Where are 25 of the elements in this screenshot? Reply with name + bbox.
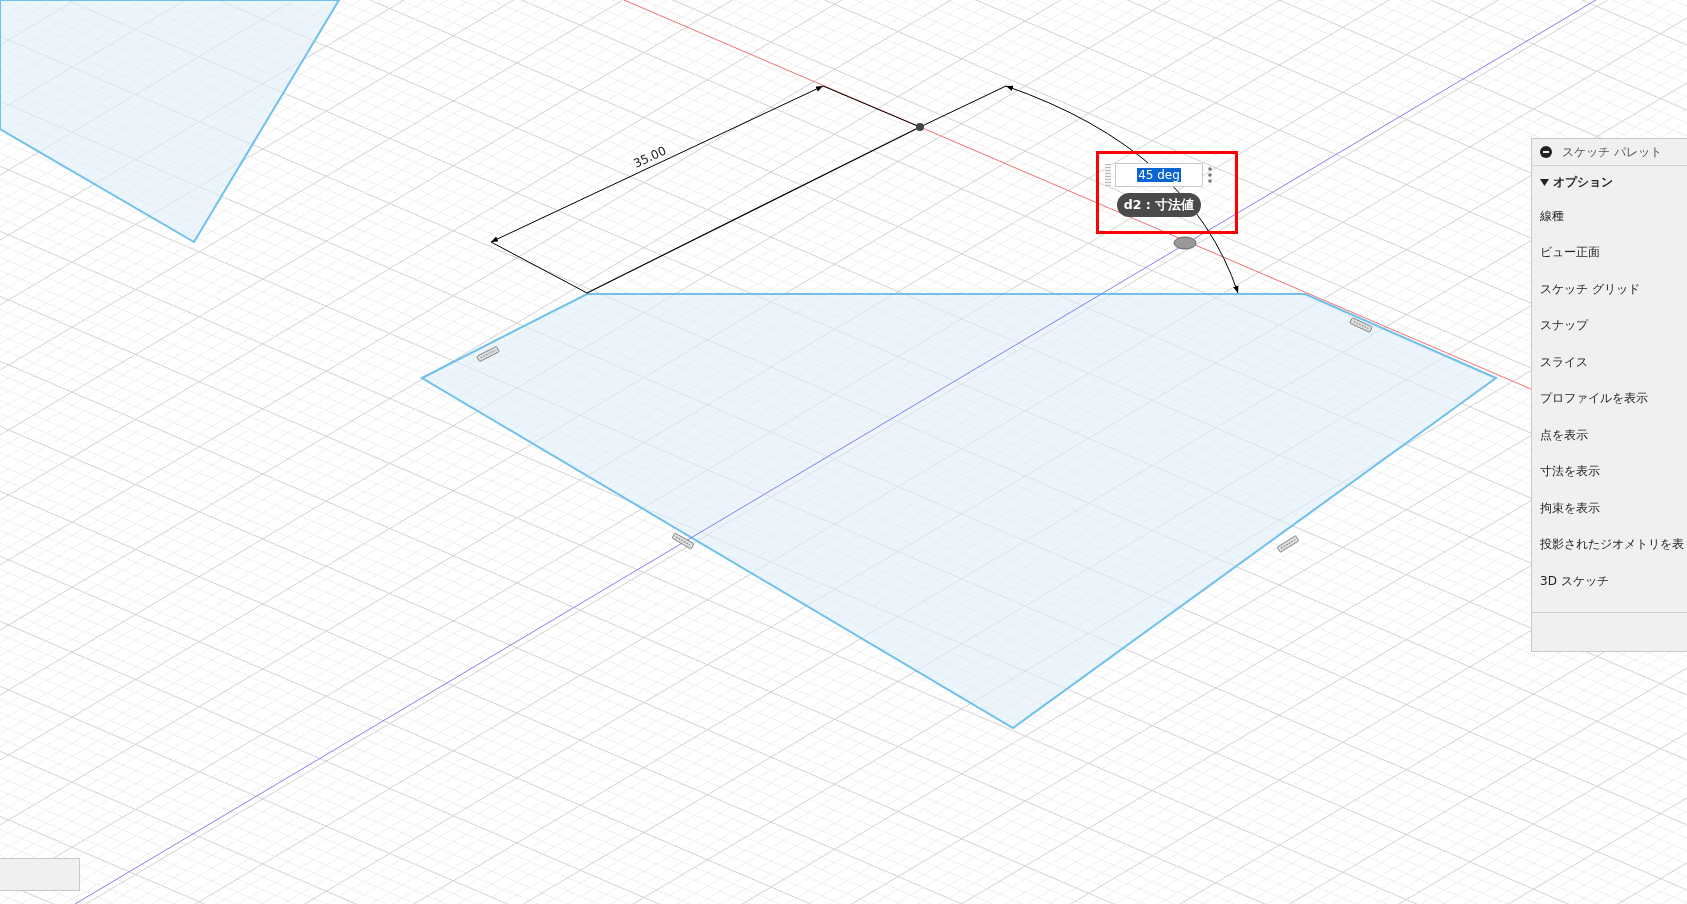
palette-option[interactable]: 寸法を表示 <box>1532 453 1687 490</box>
angle-input-field[interactable]: 45 deg <box>1115 163 1203 187</box>
constraint-icon[interactable] <box>1349 317 1373 333</box>
palette-option[interactable]: スライス <box>1532 344 1687 381</box>
palette-option[interactable]: プロファイルを表示 <box>1532 380 1687 417</box>
palette-option[interactable]: 3D スケッチ <box>1532 563 1687 600</box>
palette-option[interactable]: 拘束を表示 <box>1532 490 1687 527</box>
palette-option[interactable]: 線種 <box>1532 198 1687 235</box>
constraint-icon[interactable] <box>476 345 500 363</box>
section-header[interactable]: オプション <box>1532 166 1687 198</box>
dimension-tag: d2 : 寸法値 <box>1117 193 1201 217</box>
palette-title: スケッチ パレット <box>1562 143 1662 161</box>
palette-option[interactable]: 投影されたジオメトリを表 <box>1532 526 1687 563</box>
drag-handle[interactable] <box>1105 164 1111 186</box>
more-icon[interactable] <box>1207 166 1213 184</box>
point-icon[interactable] <box>1173 236 1197 250</box>
triangle-icon <box>1540 177 1549 187</box>
palette-option[interactable]: ビュー正面 <box>1532 234 1687 271</box>
sketch-point[interactable] <box>916 123 924 131</box>
palette-option[interactable]: スナップ <box>1532 307 1687 344</box>
palette-option[interactable]: 点を表示 <box>1532 417 1687 454</box>
palette-option[interactable]: スケッチ グリッド <box>1532 271 1687 308</box>
constraint-icon[interactable] <box>671 532 695 550</box>
collapse-icon[interactable] <box>1540 146 1552 158</box>
constraint-icon[interactable] <box>1276 535 1300 553</box>
